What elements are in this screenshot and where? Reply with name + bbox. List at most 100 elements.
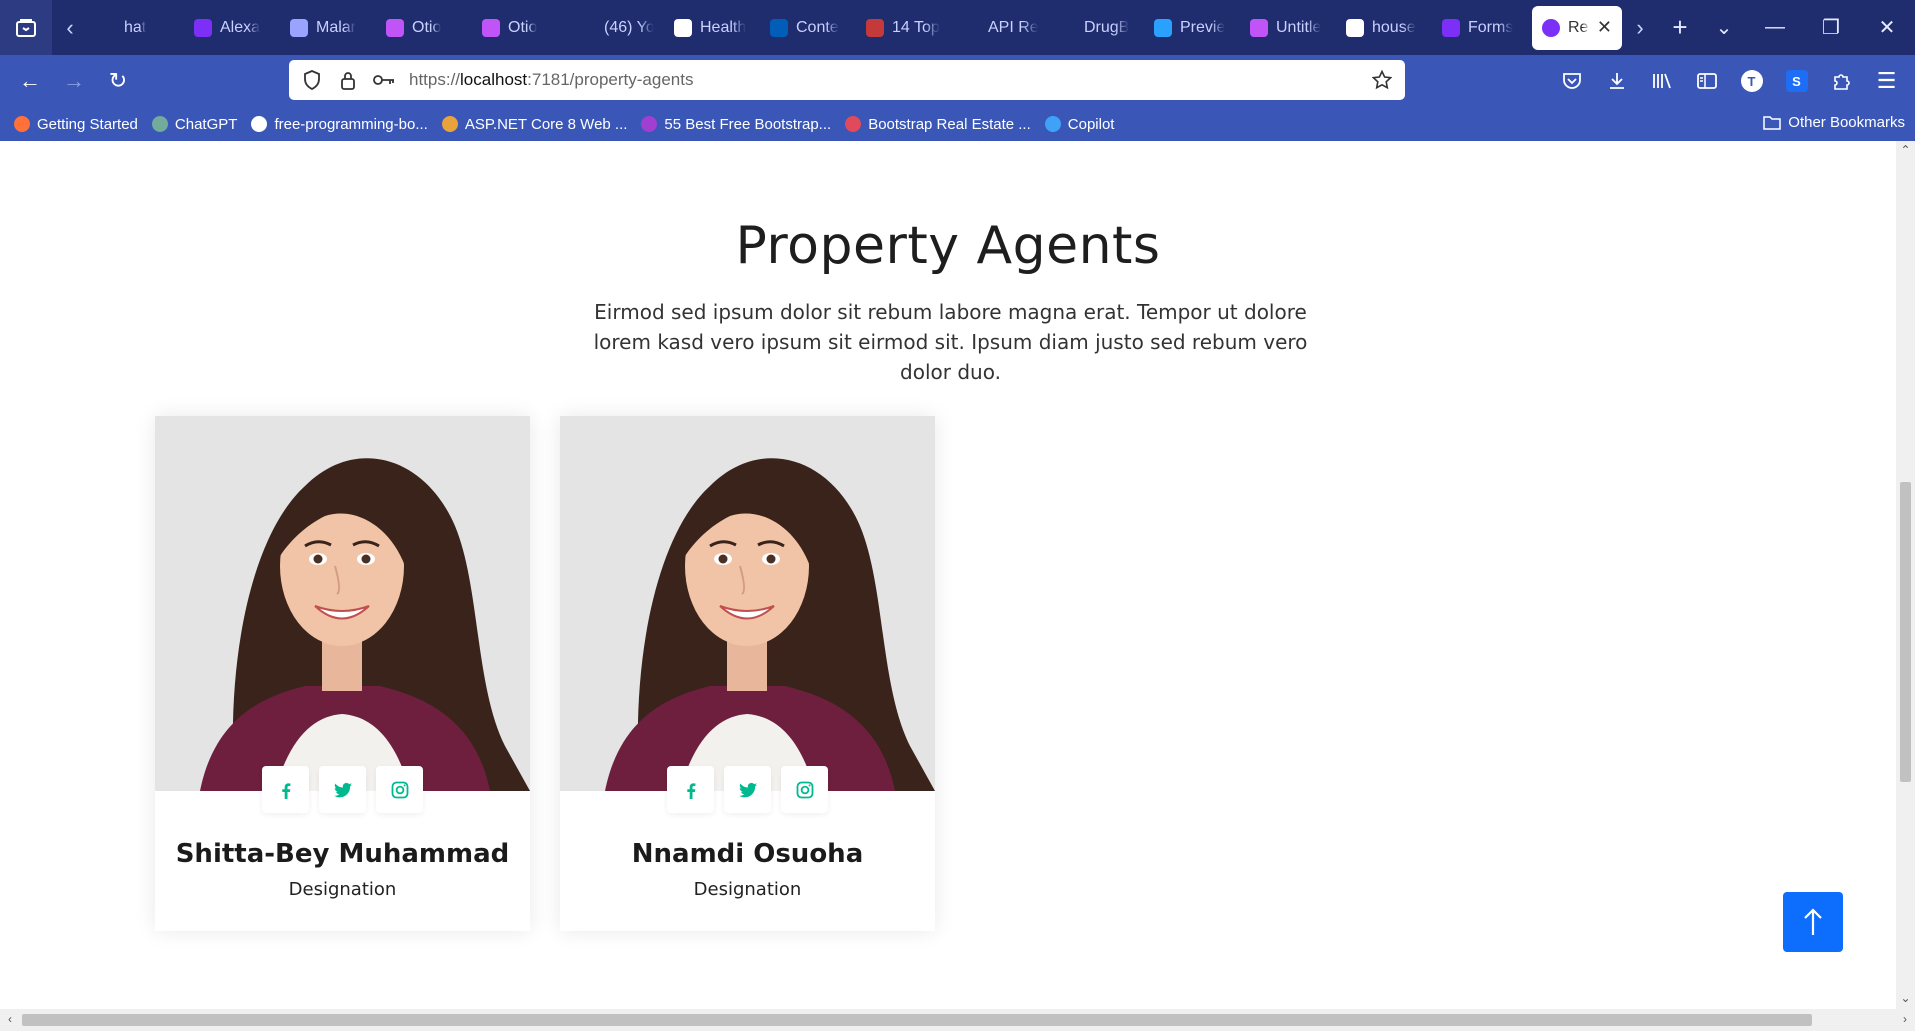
menu-hamburger-icon[interactable]: ☰ [1864,59,1909,103]
tab-label: API Re [988,18,1038,36]
horizontal-scroll-thumb[interactable] [22,1014,1812,1026]
twitter-icon[interactable] [724,766,771,813]
tab-7[interactable]: Conte [760,6,856,50]
vertical-scroll-thumb[interactable] [1900,482,1911,782]
bootstrap-icon [194,18,212,37]
back-to-top-button[interactable] [1783,892,1843,952]
tab-8[interactable]: 14 Top [856,6,952,50]
tab-5[interactable]: (46) YouT [568,6,664,50]
health-icon [674,18,692,37]
colorlib-icon [641,116,658,132]
extension-s-icon[interactable]: S [1774,59,1819,103]
extension-s-badge: S [1785,70,1808,92]
site-icon [441,116,458,132]
back-arrow-icon[interactable]: ← [8,59,52,103]
tab-strip: ‹ hat Alexa Malar Otio Otio (46) YouT Health Co… [0,0,1915,55]
tab-label: Previe [1180,18,1226,36]
active-tab-label: Rea [1568,18,1589,36]
scroll-up-arrow-icon[interactable]: ⌃ [1896,143,1915,159]
tab-label: Forms [1468,18,1514,36]
site-icon [1058,18,1076,37]
other-bookmarks-label: Other Bookmarks [1788,114,1905,131]
bookmark-label: Bootstrap Real Estate ... [868,115,1031,133]
tab-manager-button[interactable] [0,0,52,55]
toolbar-right: T S ☰ [1549,55,1915,107]
bookmark-label: Getting Started [37,115,138,133]
tab-6[interactable]: Health [664,6,760,50]
restore-button[interactable]: ❐ [1803,0,1859,55]
bookmark-item[interactable]: Bootstrap Real Estate ... [845,116,1031,133]
copilot-icon [1044,116,1061,132]
url-path: :7181/property-agents [527,70,694,89]
new-tab-button[interactable]: + [1658,0,1702,55]
bookmark-label: ASP.NET Core 8 Web ... [464,115,628,133]
downloads-icon[interactable] [1594,59,1639,103]
bookmark-label: free-programming-bo... [274,115,428,133]
forward-arrow-icon[interactable]: → [52,59,96,103]
tab-13[interactable]: house [1336,6,1432,50]
tab-0[interactable]: hat [88,6,184,50]
other-bookmarks[interactable]: Other Bookmarks [1763,114,1905,131]
library-icon[interactable] [1639,59,1684,103]
bookmark-item[interactable]: ASP.NET Core 8 Web ... [441,115,628,133]
extensions-puzzle-icon[interactable] [1819,59,1864,103]
bookmark-star-icon[interactable] [1371,69,1393,91]
shield-icon[interactable] [301,69,323,91]
horizontal-scrollbar[interactable]: ‹ › [0,1009,1915,1031]
tab-3[interactable]: Otio [376,6,472,50]
github-icon [251,116,268,132]
url-text[interactable]: https://localhost:7181/property-agents [409,70,1357,90]
agent-social-links [560,766,935,813]
tab-2[interactable]: Malar [280,6,376,50]
tab-12[interactable]: Untitle [1240,6,1336,50]
tab-label: hat [124,18,147,36]
lock-icon[interactable] [337,69,359,91]
close-window-button[interactable]: ✕ [1859,0,1915,55]
agent-photo [155,416,530,791]
tab-10[interactable]: DrugB [1048,6,1144,50]
tab-4[interactable]: Otio [472,6,568,50]
tab-scroll-left-icon[interactable]: ‹ [52,0,88,55]
agent-social-links [155,766,530,813]
close-tab-icon[interactable]: ✕ [1597,17,1612,38]
agent-name: Nnamdi Osuoha [631,839,864,869]
url-scheme: https:// [409,70,461,89]
agent-card: Shitta-Bey Muhammad Designation [155,416,530,931]
instagram-icon[interactable] [376,766,423,813]
facebook-icon[interactable] [262,766,309,813]
tab-14[interactable]: Forms [1432,6,1528,50]
list-all-tabs-icon[interactable]: ⌄ [1702,0,1746,55]
otio-icon [482,18,500,37]
tab-scroll-right-icon[interactable]: › [1622,0,1658,55]
reload-icon[interactable]: ↻ [96,59,140,103]
address-bar[interactable]: https://localhost:7181/property-agents [289,60,1405,100]
site-icon [866,18,884,37]
bookmark-item[interactable]: ChatGPT [151,116,237,133]
tab-11[interactable]: Previe [1144,6,1240,50]
bookmark-item[interactable]: Copilot [1044,116,1114,133]
scroll-down-arrow-icon[interactable]: ⌄ [1896,991,1915,1007]
sidebar-icon[interactable] [1684,59,1729,103]
instagram-icon[interactable] [781,766,828,813]
tab-9[interactable]: API Re [952,6,1048,50]
bookmark-item[interactable]: free-programming-bo... [251,115,428,133]
scroll-left-arrow-icon[interactable]: ‹ [2,1012,18,1026]
tab-1[interactable]: Alexa [184,6,280,50]
minimize-button[interactable]: — [1747,0,1803,55]
nhs-icon [770,18,788,37]
tab-label: Otio [508,18,538,36]
bookmark-item[interactable]: Getting Started [14,116,138,133]
scroll-right-arrow-icon[interactable]: › [1897,1012,1913,1026]
pocket-icon[interactable] [1549,59,1594,103]
account-avatar-icon[interactable]: T [1729,59,1774,103]
vertical-scrollbar[interactable]: ⌃ ⌄ [1896,141,1915,1009]
agent-designation: Designation [288,879,397,900]
twitter-icon[interactable] [319,766,366,813]
bookmark-item[interactable]: 55 Best Free Bootstrap... [641,116,831,133]
tab-label: 14 Top [892,18,940,36]
key-icon[interactable] [373,69,395,91]
tab-active[interactable]: Rea ✕ [1532,5,1622,50]
facebook-icon[interactable] [667,766,714,813]
google-icon [1346,18,1364,37]
active-tab-favicon-icon [1542,18,1560,37]
